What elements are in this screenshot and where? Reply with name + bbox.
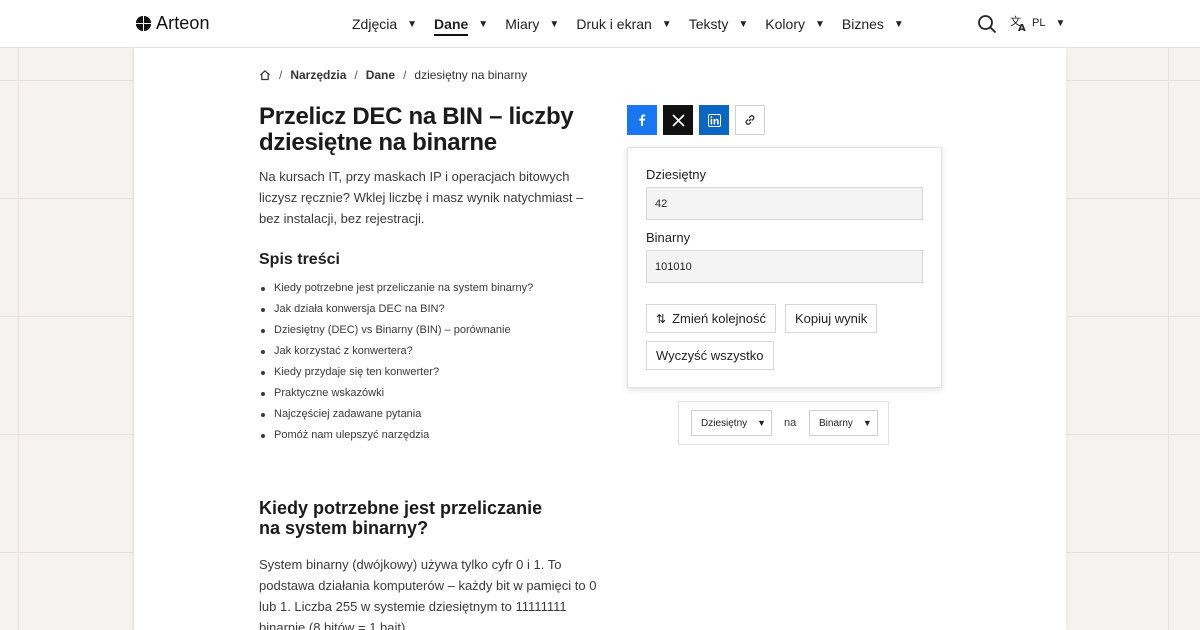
toc-item[interactable]: Jak korzystać z konwertera? <box>259 341 533 362</box>
language-code: PL <box>1032 17 1046 29</box>
breadcrumb-separator: / <box>403 68 407 82</box>
share-linkedin-button[interactable] <box>699 105 729 135</box>
nav-item-teksty[interactable]: Teksty ▼ <box>689 0 749 48</box>
from-unit-value: Dziesiętny <box>701 417 748 429</box>
copy-link-button[interactable] <box>735 105 765 135</box>
nav-item-label: Kolory <box>765 16 805 32</box>
copy-result-button[interactable]: Kopiuj wynik <box>785 304 878 333</box>
swap-vertical-icon: ⇅ <box>656 311 667 326</box>
facebook-icon <box>639 114 646 126</box>
chevron-down-icon: ▼ <box>738 18 749 30</box>
nav-item-label: Biznes <box>841 16 884 32</box>
nav-item-druk-i-ekran[interactable]: Druk i ekran ▼ <box>576 0 671 48</box>
decimal-label: Dziesiętny <box>646 167 706 182</box>
nav-item-dane[interactable]: Dane ▼ <box>434 0 488 48</box>
from-unit-select[interactable]: Dziesiętny ▼ <box>691 410 772 436</box>
toc-item[interactable]: Najczęściej zadawane pytania <box>259 404 533 425</box>
binary-output[interactable] <box>646 250 923 283</box>
svg-text:A: A <box>1018 23 1026 32</box>
translate-icon: 文 A <box>1010 14 1026 32</box>
nav-item-biznes[interactable]: Biznes ▼ <box>842 0 904 48</box>
chevron-down-icon: ▼ <box>549 18 560 30</box>
toc-item[interactable]: Kiedy potrzebne jest przeliczanie na sys… <box>259 278 533 299</box>
chevron-down-icon: ▼ <box>814 18 825 30</box>
logo-mark-icon <box>136 15 152 32</box>
chevron-down-icon: ▼ <box>661 18 672 30</box>
toc-item[interactable]: Jak działa konwersja DEC na BIN? <box>259 299 533 320</box>
nav-item-label: Miary <box>505 16 540 32</box>
main-content: / Narzędzia / Dane / dziesiętny na binar… <box>134 48 1066 630</box>
breadcrumb-current: dziesiętny na binarny <box>414 68 528 82</box>
table-of-contents: Kiedy potrzebne jest przeliczanie na sys… <box>259 278 533 446</box>
breadcrumb-separator: / <box>354 68 358 82</box>
chevron-down-icon: ▼ <box>1055 17 1066 29</box>
intro-text: Na kursach IT, przy maskach IP i operacj… <box>259 169 584 226</box>
clear-all-button[interactable]: Wyczyść wszystko <box>646 341 774 370</box>
nav-item-zdjecia[interactable]: Zdjęcia ▼ <box>352 0 417 48</box>
unit-connector: na <box>784 417 797 429</box>
top-navigation-bar: Arteon Zdjęcia ▼ Dane ▼ Miary ▼ Druk i e… <box>0 0 1200 48</box>
chevron-down-icon: ▼ <box>478 18 489 30</box>
chevron-down-icon: ▼ <box>407 18 418 30</box>
breadcrumb-separator: / <box>279 68 283 82</box>
language-selector[interactable]: 文 A PL ▼ <box>1010 14 1065 32</box>
page-title: Przelicz DEC na BIN – liczby dziesiętne … <box>259 103 574 156</box>
toc-title: Spis treści <box>259 251 340 268</box>
logo[interactable]: Arteon <box>136 13 210 34</box>
chevron-down-icon: ▼ <box>862 418 872 428</box>
logo-text: Arteon <box>156 13 210 33</box>
unit-selector: Dziesiętny ▼ na Binarny ▼ <box>678 401 889 445</box>
breadcrumb: / Narzędzia / Dane / dziesiętny na binar… <box>259 68 527 82</box>
chevron-down-icon: ▼ <box>757 418 767 428</box>
nav-item-label: Teksty <box>688 16 729 32</box>
to-unit-value: Binarny <box>819 417 853 429</box>
decimal-input[interactable] <box>646 187 923 220</box>
to-unit-select[interactable]: Binarny ▼ <box>809 410 878 436</box>
section-paragraph: System binarny (dwójkowy) używa tylko cy… <box>259 557 597 630</box>
home-icon[interactable] <box>259 69 271 81</box>
share-facebook-button[interactable] <box>627 105 657 135</box>
linkedin-icon <box>707 113 721 127</box>
converter-panel: Dziesiętny Binarny ⇅ Zmień kolejność Kop… <box>627 147 942 388</box>
copy-result-label: Kopiuj wynik <box>795 311 868 326</box>
x-icon <box>671 113 685 127</box>
breadcrumb-dane[interactable]: Dane <box>366 68 395 82</box>
toc-item[interactable]: Dziesiętny (DEC) vs Binarny (BIN) – poró… <box>259 320 533 341</box>
nav-item-label: Zdjęcia <box>352 16 398 32</box>
swap-order-button[interactable]: ⇅ Zmień kolejność <box>646 304 776 333</box>
clear-all-label: Wyczyść wszystko <box>656 348 764 363</box>
main-nav: Zdjęcia ▼ Dane ▼ Miary ▼ Druk i ekran ▼ … <box>352 0 921 48</box>
binary-label: Binarny <box>646 230 691 245</box>
nav-item-label: Druk i ekran <box>576 16 652 32</box>
toc-item[interactable]: Kiedy przydaje się ten konwerter? <box>259 362 533 383</box>
swap-order-label: Zmień kolejność <box>672 311 766 326</box>
share-x-button[interactable] <box>663 105 693 135</box>
search-icon[interactable] <box>977 14 997 34</box>
nav-item-label: Dane <box>434 16 469 36</box>
toc-item[interactable]: Pomóż nam ulepszyć narzędzia <box>259 425 533 446</box>
section-heading: Kiedy potrzebne jest przeliczanie na sys… <box>259 498 543 538</box>
nav-item-miary[interactable]: Miary ▼ <box>505 0 559 48</box>
link-icon <box>745 115 755 125</box>
nav-item-kolory[interactable]: Kolory ▼ <box>765 0 825 48</box>
toc-item[interactable]: Praktyczne wskazówki <box>259 383 533 404</box>
breadcrumb-narzedzia[interactable]: Narzędzia <box>290 68 346 82</box>
chevron-down-icon: ▼ <box>893 18 904 30</box>
share-buttons <box>627 105 765 135</box>
